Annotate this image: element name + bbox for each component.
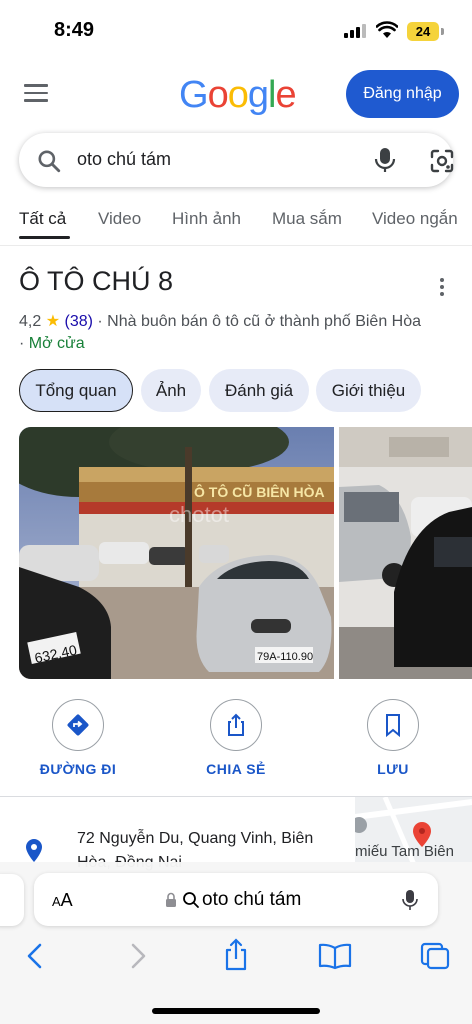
- share-sheet-icon[interactable]: [222, 938, 250, 972]
- share-label: CHIA SẺ: [206, 761, 266, 777]
- business-photo-main[interactable]: Ô TÔ CŨ BIÊN HÒA 632.40 79A-110.90 choto…: [19, 427, 334, 679]
- google-logo-letter: e: [275, 74, 296, 116]
- google-lens-icon[interactable]: [429, 148, 455, 174]
- tab-short-videos[interactable]: Video ngắn: [372, 209, 458, 229]
- search-tabs: Tất cả Video Hình ảnh Mua sắm Video ngắn: [0, 206, 472, 246]
- rating-line: 4,2 ★ (38) · Nhà buôn bán ô tô cũ ở thàn…: [19, 311, 459, 331]
- business-category: · Nhà buôn bán ô tô cũ ở thành phố Biên …: [97, 313, 422, 330]
- showroom-sign-text: Ô TÔ CŨ BIÊN HÒA: [194, 483, 325, 500]
- open-status: Mở cửa: [28, 335, 85, 352]
- directions-button[interactable]: ĐƯỜNG ĐI: [18, 699, 138, 777]
- tab-all[interactable]: Tất cả: [19, 209, 66, 229]
- share-button[interactable]: CHIA SẺ: [176, 699, 296, 777]
- back-icon[interactable]: [24, 942, 46, 970]
- status-bar: 8:49 24: [0, 0, 472, 60]
- tab-video[interactable]: Video: [98, 209, 141, 229]
- hamburger-menu-icon[interactable]: [24, 84, 48, 104]
- open-status-line: · Mở cửa: [19, 335, 85, 353]
- directions-icon: [67, 714, 89, 736]
- open-status-prefix: ·: [19, 335, 25, 352]
- share-icon: [228, 713, 244, 736]
- photo-watermark: chotot: [169, 502, 229, 527]
- google-logo-letter: o: [207, 74, 229, 116]
- browser-toolbar: AA oto chú tám: [0, 862, 472, 1024]
- save-button[interactable]: LƯU: [333, 699, 453, 777]
- chip-reviews[interactable]: Đánh giá: [209, 369, 309, 412]
- address-bar[interactable]: AA oto chú tám: [34, 873, 438, 926]
- center-plate-text: 79A-110.90: [257, 651, 313, 663]
- tabs-icon[interactable]: [420, 942, 450, 970]
- more-options-icon[interactable]: [440, 278, 446, 299]
- directions-label: ĐƯỜNG ĐI: [39, 761, 117, 777]
- google-logo-letter: o: [227, 74, 249, 116]
- home-indicator: [152, 1008, 320, 1014]
- review-count-link[interactable]: (38): [65, 313, 93, 330]
- battery-indicator: 24: [407, 22, 439, 41]
- search-box[interactable]: oto chú tám: [19, 133, 455, 187]
- voice-search-icon[interactable]: [374, 147, 396, 173]
- search-icon: [38, 150, 61, 173]
- chip-photos[interactable]: Ảnh: [141, 369, 201, 412]
- lock-icon: [166, 892, 176, 907]
- bookmarks-icon[interactable]: [318, 942, 352, 970]
- search-icon: [183, 892, 199, 908]
- location-pin-icon: [26, 839, 42, 862]
- rating-value: 4,2: [19, 313, 42, 330]
- previous-tab-peek[interactable]: [0, 874, 24, 926]
- active-tab-indicator: [19, 236, 70, 239]
- map-place-label: miếu Tam Biên: [355, 843, 454, 860]
- tab-images[interactable]: Hình ảnh: [172, 209, 241, 229]
- wifi-icon: [376, 21, 398, 38]
- tab-shopping[interactable]: Mua sắm: [272, 209, 342, 229]
- business-title: Ô TÔ CHÚ 8: [19, 266, 174, 296]
- save-label: LƯU: [377, 761, 409, 777]
- reader-settings-button[interactable]: AA: [52, 890, 73, 911]
- url-text: oto chú tám: [202, 889, 302, 910]
- sign-in-button[interactable]: Đăng nhập: [346, 70, 459, 118]
- battery-tip: [441, 28, 444, 35]
- map-thumbnail[interactable]: miếu Tam Biên: [355, 797, 472, 867]
- google-logo[interactable]: Google: [179, 74, 297, 117]
- google-header: Google Đăng nhập: [0, 64, 472, 124]
- business-photo-secondary[interactable]: [339, 427, 472, 679]
- star-icon: ★: [45, 313, 61, 330]
- bookmark-icon: [386, 714, 400, 738]
- status-time: 8:49: [54, 19, 95, 41]
- google-logo-letter: g: [247, 74, 269, 116]
- google-logo-letter: G: [179, 74, 209, 116]
- cellular-signal-icon: [344, 24, 366, 38]
- address-line-1: 72 Nguyễn Du, Quang Vinh, Biên: [77, 830, 314, 847]
- chip-about[interactable]: Giới thiệu: [316, 369, 421, 412]
- search-query[interactable]: oto chú tám: [77, 149, 171, 170]
- forward-icon[interactable]: [127, 942, 149, 970]
- chip-overview[interactable]: Tổng quan: [19, 369, 133, 412]
- dictation-icon[interactable]: [402, 889, 418, 911]
